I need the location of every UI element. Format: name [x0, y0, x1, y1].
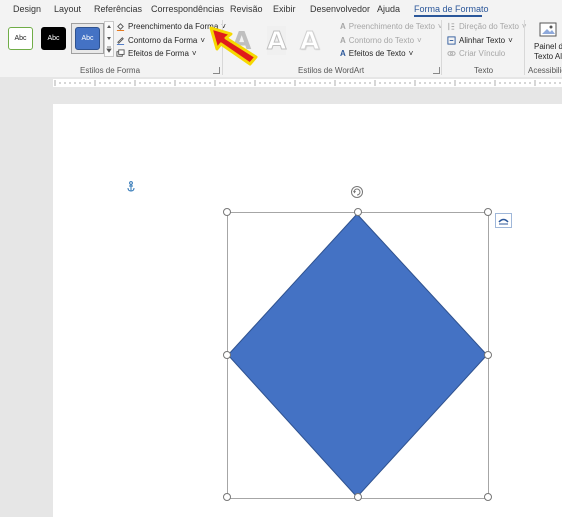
- align-text-label: Alinhar Texto: [459, 36, 506, 45]
- text-effects-label: Efeitos de Texto: [348, 49, 406, 58]
- align-text-icon: [447, 36, 456, 45]
- resize-handle-bottom[interactable]: [354, 493, 362, 501]
- tab-layout[interactable]: Layout: [54, 4, 81, 14]
- group-label-text: Texto: [474, 66, 494, 75]
- text-effects-button[interactable]: A Efeitos de Texto ˅: [340, 49, 413, 58]
- link-icon: [447, 51, 456, 56]
- resize-handle-bottom-left[interactable]: [223, 493, 231, 501]
- shape-outline-button[interactable]: Contorno da Forma ˅: [116, 36, 205, 45]
- layout-options-button[interactable]: [495, 213, 512, 228]
- chevron-down-icon: ˅: [417, 36, 422, 45]
- group-label-wordart-styles: Estilos de WordArt: [298, 66, 365, 75]
- align-text-button[interactable]: Alinhar Texto ˅: [447, 36, 513, 45]
- tab-review[interactable]: Revisão: [230, 4, 263, 14]
- shape-styles-gallery-scroll[interactable]: [104, 21, 114, 57]
- text-fill-icon: A: [340, 22, 346, 31]
- shape-style-preset-label: Abc: [47, 35, 60, 42]
- gallery-scroll-arrows-icon: [106, 25, 112, 53]
- shape-effects-icon: [116, 49, 125, 57]
- shape-effects-label: Efeitos de Forma: [128, 49, 189, 58]
- ruler-ticks: [54, 80, 561, 86]
- text-direction-label: Direção do Texto: [459, 22, 519, 31]
- tab-developer[interactable]: Desenvolvedor: [310, 4, 370, 14]
- wordart-style-shadow[interactable]: A: [299, 26, 319, 56]
- create-link-label: Criar Vínculo: [459, 49, 506, 58]
- alt-text-label-line2: Texto Alt: [534, 52, 562, 61]
- layout-options-icon: [498, 218, 509, 225]
- shape-effects-button[interactable]: Efeitos de Forma ˅: [116, 49, 197, 58]
- tab-help[interactable]: Ajuda: [377, 4, 400, 14]
- resize-handle-top-left[interactable]: [223, 208, 231, 216]
- group-label-accessibility: Acessibilid: [528, 66, 562, 75]
- anchor-icon: [127, 181, 135, 192]
- resize-handle-left[interactable]: [223, 351, 231, 359]
- ribbon-tab-bar: Design Layout Referências Correspondênci…: [0, 0, 562, 17]
- pencil-icon: [116, 37, 125, 45]
- dialog-launcher-icon[interactable]: [433, 67, 440, 74]
- chevron-down-icon: ˅: [408, 49, 414, 58]
- shape-style-preset-black[interactable]: Abc: [41, 27, 66, 50]
- resize-handle-bottom-right[interactable]: [484, 493, 492, 501]
- chevron-down-icon: ˅: [191, 49, 197, 58]
- text-outline-icon: A: [340, 36, 346, 45]
- group-separator: [441, 20, 442, 75]
- chevron-down-icon: ˅: [508, 36, 513, 45]
- create-link-button[interactable]: Criar Vínculo: [447, 49, 505, 58]
- group-separator: [524, 20, 525, 75]
- shape-style-preset-blue[interactable]: Abc: [75, 27, 100, 50]
- resize-handle-top-right[interactable]: [484, 208, 492, 216]
- wordart-style-outline[interactable]: A: [266, 26, 286, 56]
- resize-handle-top[interactable]: [354, 208, 362, 216]
- text-effects-icon: A: [340, 49, 346, 58]
- tab-design[interactable]: Design: [13, 4, 41, 14]
- alt-text-label-line1: Painel de: [534, 42, 562, 51]
- text-fill-label: Preenchimento de Texto: [348, 22, 435, 31]
- shape-outline-label: Contorno da Forma: [128, 36, 198, 45]
- ruler-track: [53, 79, 562, 87]
- text-outline-button[interactable]: A Contorno do Texto ˅: [340, 36, 422, 45]
- group-label-shape-styles: Estilos de Forma: [80, 66, 141, 75]
- shape-style-preset-label: Abc: [14, 35, 27, 42]
- diamond-shape[interactable]: [227, 212, 489, 499]
- paint-bucket-icon: [116, 23, 125, 31]
- text-fill-button[interactable]: A Preenchimento de Texto ˅: [340, 22, 443, 31]
- alt-text-icon: [539, 22, 557, 37]
- red-arrow-icon: [209, 26, 258, 66]
- ribbon: Abc Abc Abc Preenchimento da Forma ˅ Con…: [0, 17, 562, 78]
- alt-text-pane-button[interactable]: Painel de Texto Alt: [532, 20, 562, 64]
- text-direction-icon: [448, 22, 455, 31]
- tab-shape-format[interactable]: Forma de Formato: [414, 4, 489, 14]
- horizontal-ruler[interactable]: [0, 77, 562, 89]
- dialog-launcher-icon[interactable]: [213, 67, 220, 74]
- resize-handle-right[interactable]: [484, 351, 492, 359]
- shape-style-preset-outline[interactable]: Abc: [8, 27, 33, 50]
- text-direction-button[interactable]: Direção do Texto ˅: [447, 22, 527, 31]
- tab-view[interactable]: Exibir: [273, 4, 296, 14]
- shape-style-preset-label: Abc: [81, 35, 94, 42]
- text-outline-label: Contorno do Texto: [348, 36, 415, 45]
- tab-mailings[interactable]: Correspondências: [151, 4, 224, 14]
- tab-references[interactable]: Referências: [94, 4, 142, 14]
- rotate-handle-icon[interactable]: [350, 185, 364, 199]
